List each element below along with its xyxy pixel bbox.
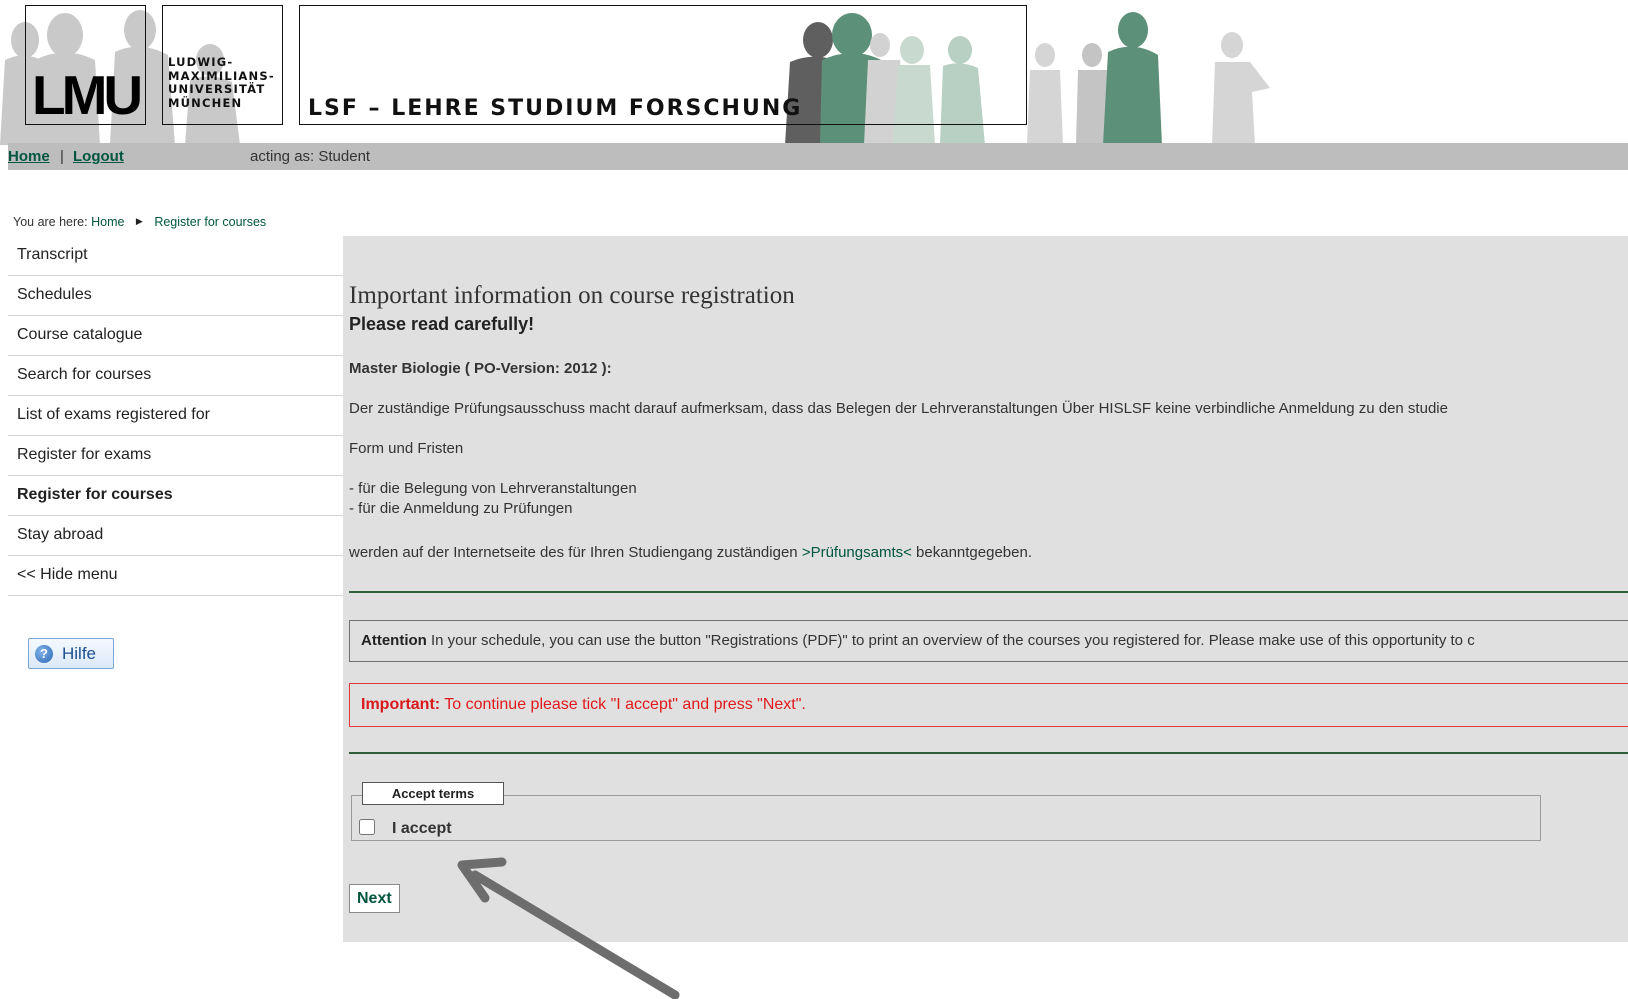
university-logo: LUDWIG- MAXIMILIANS- UNIVERSITÄT MÜNCHEN xyxy=(162,5,283,125)
page-subtitle: Please read carefully! xyxy=(349,314,535,334)
sidebar-item-hide-menu[interactable]: << Hide menu xyxy=(8,556,343,596)
university-name: LUDWIG- MAXIMILIANS- UNIVERSITÄT MÜNCHEN xyxy=(168,55,275,110)
breadcrumb-home[interactable]: Home xyxy=(91,215,124,229)
annotation-arrow-icon xyxy=(457,857,680,999)
help-button[interactable]: ? Hilfe xyxy=(28,638,114,669)
accept-checkbox[interactable] xyxy=(359,819,375,835)
important-message: Important: To continue please tick "I ac… xyxy=(361,696,806,714)
important-box: Important: To continue please tick "I ac… xyxy=(349,683,1628,727)
sidebar-menu: Transcript Schedules Course catalogue Se… xyxy=(8,236,343,596)
breadcrumb: You are here: Home ▶ Register for course… xyxy=(13,215,266,229)
program-heading: Master Biologie ( PO-Version: 2012 ): xyxy=(349,360,612,377)
info-paragraph: Der zuständige Prüfungsausschuss macht d… xyxy=(349,400,1448,417)
help-question-icon: ? xyxy=(35,645,53,663)
next-button[interactable]: Next xyxy=(349,884,400,913)
exam-office-text-after: bekanntgegeben. xyxy=(911,544,1032,561)
attention-box: Attention In your schedule, you can use … xyxy=(349,620,1628,662)
breadcrumb-register-courses[interactable]: Register for courses xyxy=(154,215,266,229)
important-label: Important: xyxy=(361,696,441,713)
breadcrumb-prefix: You are here: xyxy=(13,215,88,229)
top-navigation-bar: Home | Logout acting as: Student xyxy=(8,143,1628,170)
attention-message: Attention In your schedule, you can use … xyxy=(361,632,1475,649)
lmu-logo: LMU xyxy=(25,5,146,125)
sidebar-item-course-catalogue[interactable]: Course catalogue xyxy=(8,316,343,356)
sidebar-item-exams-registered[interactable]: List of exams registered for xyxy=(8,396,343,436)
breadcrumb-arrow-icon: ▶ xyxy=(135,216,143,226)
divider xyxy=(349,591,1628,593)
bullet-course-registration: - für die Belegung von Lehrveranstaltung… xyxy=(349,480,637,497)
page-header: LMU LUDWIG- MAXIMILIANS- UNIVERSITÄT MÜN… xyxy=(0,0,1628,145)
sidebar-item-register-courses[interactable]: Register for courses xyxy=(8,476,343,516)
accept-terms-legend: Accept terms xyxy=(362,782,504,805)
sidebar-item-transcript[interactable]: Transcript xyxy=(8,236,343,276)
logout-link[interactable]: Logout xyxy=(73,148,124,165)
sidebar-item-register-exams[interactable]: Register for exams xyxy=(8,436,343,476)
acting-as-status: acting as: Student xyxy=(250,148,371,165)
exam-office-link[interactable]: >Prüfungsamts< xyxy=(802,544,912,561)
exam-office-paragraph: werden auf der Internetseite des für Ihr… xyxy=(349,544,1032,561)
page-title: Important information on course registra… xyxy=(349,282,795,309)
accept-label[interactable]: I accept xyxy=(392,820,452,838)
sidebar-item-stay-abroad[interactable]: Stay abroad xyxy=(8,516,343,556)
help-button-label: Hilfe xyxy=(62,644,97,663)
attention-label: Attention xyxy=(361,632,427,649)
system-title-box: LSF – LEHRE STUDIUM FORSCHUNG xyxy=(299,5,1027,125)
form-deadlines-text: Form und Fristen xyxy=(349,440,464,457)
home-link[interactable]: Home xyxy=(8,148,50,165)
accept-terms-fieldset xyxy=(351,795,1541,841)
main-content-panel: Important information on course registra… xyxy=(343,236,1628,942)
system-title: LSF – LEHRE STUDIUM FORSCHUNG xyxy=(308,96,803,121)
attention-text: In your schedule, you can use the button… xyxy=(426,632,1475,649)
exam-office-text-before: werden auf der Internetseite des für Ihr… xyxy=(349,544,802,561)
sidebar-item-search-courses[interactable]: Search for courses xyxy=(8,356,343,396)
sidebar-item-schedules[interactable]: Schedules xyxy=(8,276,343,316)
nav-separator: | xyxy=(60,148,64,165)
divider xyxy=(349,752,1628,754)
lmu-logo-text: LMU xyxy=(32,64,143,126)
important-text: To continue please tick "I accept" and p… xyxy=(440,696,806,713)
bullet-exam-registration: - für die Anmeldung zu Prüfungen xyxy=(349,500,573,517)
